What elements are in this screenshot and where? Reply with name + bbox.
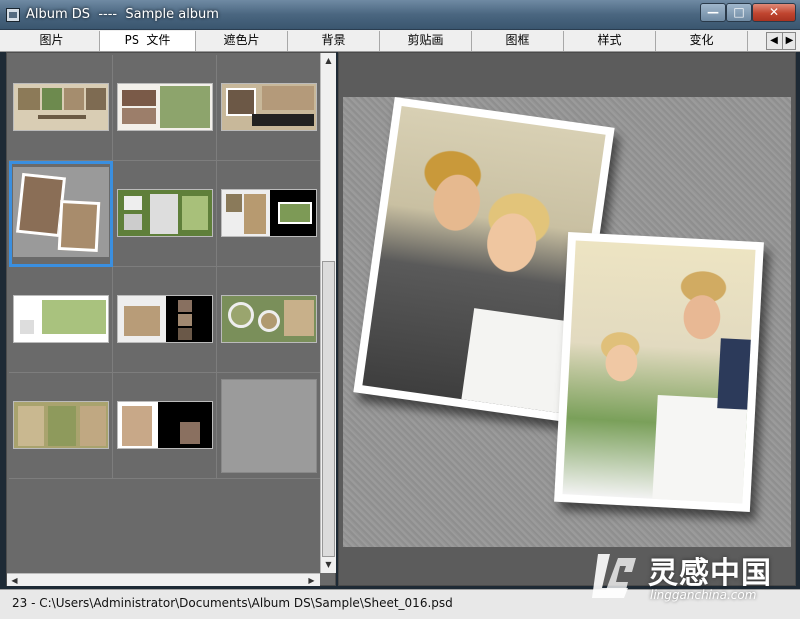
close-button[interactable]: ✕ — [752, 3, 796, 22]
thumbnail-image — [221, 189, 317, 237]
thumbnail-cell[interactable] — [217, 267, 321, 373]
thumbnail-image — [221, 295, 317, 343]
thumbnail-image — [117, 83, 213, 131]
scrollbar-thumb[interactable] — [322, 261, 335, 557]
tab-scroll-right-icon[interactable]: ▶ — [782, 33, 796, 49]
tab-scroll-left-icon[interactable]: ◀ — [767, 33, 781, 49]
scroll-up-icon[interactable]: ▲ — [321, 53, 336, 68]
scroll-down-icon[interactable]: ▼ — [321, 557, 336, 572]
tab-masks[interactable]: 遮色片 — [196, 31, 288, 51]
thumbnail-cell[interactable] — [9, 55, 113, 161]
thumbnail-cell-selected[interactable] — [9, 161, 113, 267]
tab-frames[interactable]: 图框 — [472, 31, 564, 51]
thumbnail-cell[interactable] — [217, 161, 321, 267]
minimize-button[interactable]: — — [700, 3, 726, 22]
tab-clipart[interactable]: 剪贴画 — [380, 31, 472, 51]
thumbnail-grid — [9, 55, 321, 573]
album-page-canvas[interactable] — [343, 97, 791, 547]
file-path-status: 23 - C:\Users\Administrator\Documents\Al… — [12, 596, 453, 610]
app-icon — [6, 8, 20, 22]
thumbnail-image — [117, 295, 213, 343]
thumbnail-cell[interactable] — [113, 267, 217, 373]
tab-backgrounds[interactable]: 背景 — [288, 31, 380, 51]
photo-frame[interactable] — [554, 232, 764, 512]
tab-bar: 图片 PS 文件 遮色片 背景 剪贴画 图框 样式 变化 ◀ ▶ — [0, 30, 800, 52]
tab-ps-files[interactable]: PS 文件 — [100, 31, 196, 51]
title-bar[interactable]: Album DS ---- Sample album — □ ✕ — [0, 0, 800, 30]
tab-images[interactable]: 图片 — [4, 31, 100, 51]
thumbnail-image — [117, 189, 213, 237]
thumbnail-cell[interactable] — [113, 373, 217, 479]
thumbnail-image — [13, 83, 109, 131]
thumbnail-image — [117, 401, 213, 449]
thumbnail-cell-empty[interactable] — [217, 373, 321, 479]
status-bar: 23 - C:\Users\Administrator\Documents\Al… — [0, 589, 800, 619]
thumbnail-image — [13, 167, 109, 257]
maximize-button[interactable]: □ — [726, 3, 752, 22]
tab-transform[interactable]: 变化 — [656, 31, 748, 51]
scroll-right-icon[interactable]: ▶ — [304, 573, 319, 588]
thumbnail-image — [221, 83, 317, 131]
thumbnail-cell[interactable] — [217, 55, 321, 161]
couple-photo — [562, 240, 756, 504]
preview-panel — [338, 52, 796, 586]
thumbnail-image — [13, 295, 109, 343]
scroll-left-icon[interactable]: ◀ — [7, 573, 22, 588]
thumbnail-cell[interactable] — [9, 373, 113, 479]
horizontal-scrollbar[interactable]: ◀ ▶ — [7, 573, 320, 586]
thumbnail-cell[interactable] — [113, 55, 217, 161]
thumbnail-cell[interactable] — [9, 267, 113, 373]
vertical-scrollbar[interactable]: ▲ ▼ — [320, 53, 336, 573]
thumbnail-image — [13, 401, 109, 449]
thumbnail-placeholder — [221, 379, 317, 473]
thumbnail-panel: ▲ ▼ ◀ ▶ — [6, 52, 336, 586]
thumbnail-cell[interactable] — [113, 161, 217, 267]
tab-scroll-arrows: ◀ ▶ — [766, 32, 796, 50]
tab-styles[interactable]: 样式 — [564, 31, 656, 51]
window-title: Album DS ---- Sample album — [26, 7, 219, 22]
